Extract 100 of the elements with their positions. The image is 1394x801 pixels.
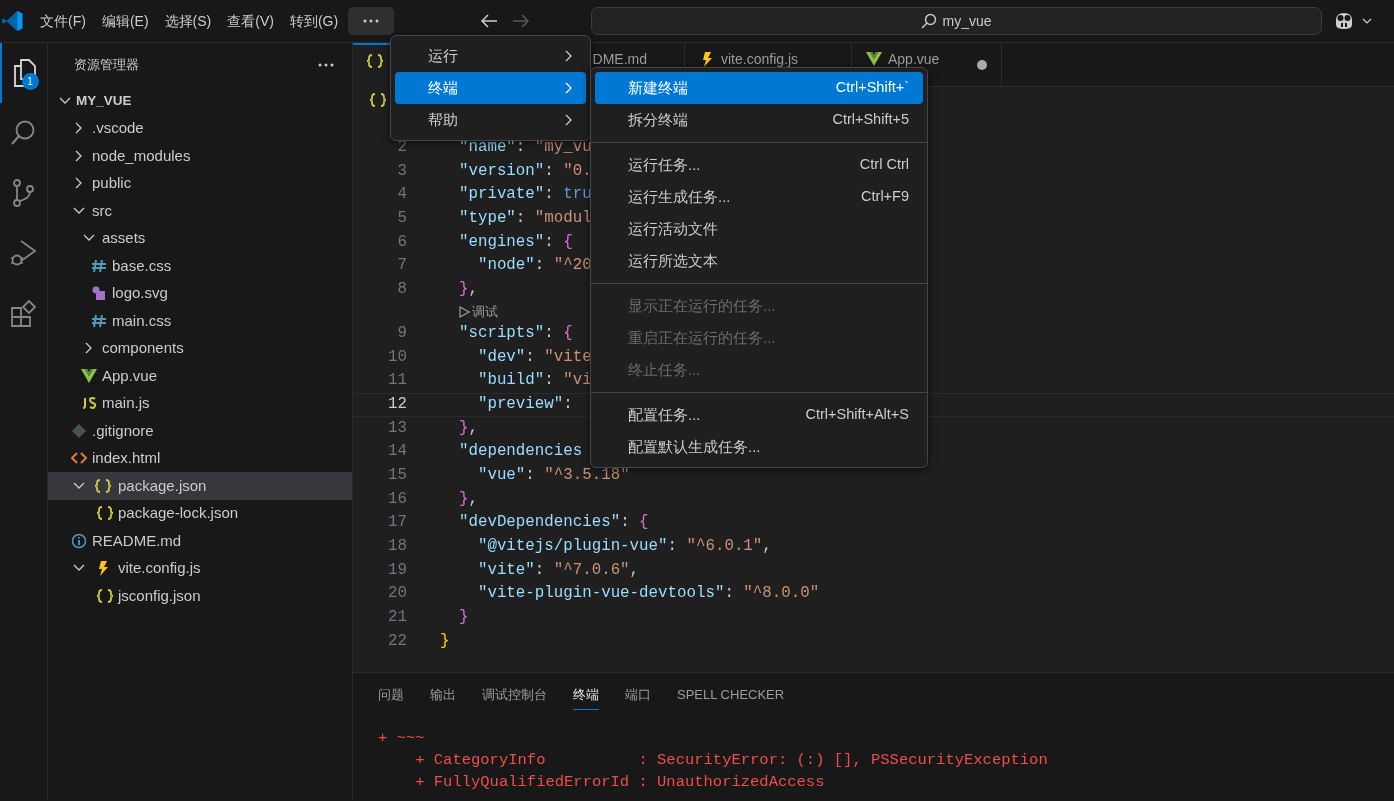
code-line: "dependencies <box>457 441 583 463</box>
json-icon <box>97 587 113 604</box>
info-icon <box>71 532 87 549</box>
menu-item[interactable]: 帮助 <box>395 104 586 136</box>
line-number: 9 <box>396 322 408 344</box>
code-line: }, <box>457 279 478 301</box>
shapes-icon <box>91 285 107 302</box>
menu-item[interactable]: 新建终端 Ctrl+Shift+` <box>595 72 923 104</box>
line-number: 11 <box>387 370 408 392</box>
menu-item[interactable]: 编辑(E) <box>93 7 157 35</box>
line-number: 15 <box>387 464 408 486</box>
file-item[interactable]: index.html <box>48 444 352 472</box>
line-number: 4 <box>396 184 408 206</box>
line-number: 13 <box>387 417 408 439</box>
code-line: }, <box>457 417 478 439</box>
panel-tab[interactable]: 端口 <box>625 681 651 710</box>
back-icon[interactable] <box>480 13 499 29</box>
more-button[interactable] <box>348 7 395 35</box>
file-item[interactable]: logo.svg <box>48 279 352 307</box>
run-debug-icon <box>8 238 39 268</box>
menu-item[interactable]: 选择(S) <box>156 7 220 35</box>
hash-icon <box>91 312 107 329</box>
line-number: 19 <box>387 559 408 581</box>
folder-item[interactable]: public <box>48 169 352 197</box>
folder-item[interactable]: components <box>48 334 352 362</box>
line-number: 3 <box>396 160 408 182</box>
json-icon <box>95 477 111 494</box>
code-line: } <box>457 607 469 629</box>
panel-tab[interactable]: 问题 <box>378 681 404 710</box>
panel-tab[interactable]: 终端 <box>573 681 599 710</box>
code-line: "vite": "^7.0.6", <box>476 559 640 581</box>
more-icon <box>363 19 380 23</box>
menu-item[interactable]: 运行活动文件 <box>595 213 923 245</box>
json-icon <box>367 53 383 69</box>
file-item[interactable]: package-lock.json <box>48 499 352 527</box>
code-line: "type": "modul <box>457 208 592 230</box>
tree-root[interactable]: MY_VUE <box>48 87 352 115</box>
folder-item[interactable]: node_modules <box>48 142 352 170</box>
line-number: 20 <box>387 583 408 605</box>
code-line: "@vitejs/plugin-vue": "^6.0.1", <box>476 536 772 557</box>
chevron-down-icon[interactable] <box>1362 17 1372 25</box>
code-line: "version": "0. <box>457 160 592 182</box>
file-item[interactable]: vite.config.js <box>48 554 352 582</box>
file-item[interactable]: .gitignore <box>48 417 352 445</box>
search-icon <box>921 13 938 29</box>
json-icon <box>97 505 113 522</box>
file-item[interactable]: jsconfig.json <box>48 582 352 610</box>
copilot-icon[interactable] <box>1333 11 1355 31</box>
notification-badge: 1 <box>21 73 39 90</box>
line-number: 10 <box>387 346 408 368</box>
code-line: "node": "^20 <box>476 255 592 277</box>
line-number: 17 <box>387 512 408 534</box>
extensions-icon <box>8 298 39 328</box>
codelens-link[interactable]: 调试 <box>472 302 498 322</box>
file-item[interactable]: main.js <box>48 389 352 417</box>
line-number: 18 <box>387 536 408 557</box>
file-item[interactable]: README.md <box>48 527 352 555</box>
code-line: "private": tru <box>457 184 592 206</box>
modified-dot-icon <box>977 60 987 70</box>
hash-icon <box>91 257 107 274</box>
search-field[interactable]: my_vue <box>591 7 1322 35</box>
line-number: 6 <box>396 231 408 253</box>
menu-item[interactable]: 配置任务... Ctrl+Shift+Alt+S <box>595 399 923 431</box>
search-text: my_vue <box>942 11 992 31</box>
line-number: 8 <box>396 279 408 301</box>
menu-item[interactable]: 转到(G) <box>281 7 347 35</box>
menu-item[interactable]: 终端 <box>395 72 586 104</box>
terminal-line: + CategoryInfo : SecurityError: (:) [], PSSecurityException <box>414 749 1049 771</box>
folder-item[interactable]: assets <box>48 224 352 252</box>
menu-item[interactable]: 运行任务... Ctrl Ctrl <box>595 149 923 181</box>
menu-item[interactable]: 运行 <box>395 40 586 72</box>
menu-item[interactable]: 配置默认生成任务... <box>595 431 923 463</box>
forward-icon[interactable] <box>512 13 531 29</box>
menu-item[interactable]: 查看(V) <box>219 7 282 35</box>
menu-item[interactable]: 拆分终端 Ctrl+Shift+5 <box>595 104 923 136</box>
file-item[interactable]: package.json <box>48 472 352 500</box>
line-number: 21 <box>387 607 408 629</box>
code-line: "preview": <box>476 393 573 415</box>
js-icon <box>81 395 97 412</box>
explorer-tab[interactable]: 1 <box>0 43 48 103</box>
menu-item[interactable]: 运行生成任务... Ctrl+F9 <box>595 181 923 213</box>
file-item[interactable]: base.css <box>48 252 352 280</box>
run-icon[interactable] <box>459 305 470 318</box>
vue-icon <box>81 367 97 384</box>
file-item[interactable]: main.css <box>48 307 352 335</box>
more-icon[interactable] <box>318 63 334 67</box>
folder-item[interactable]: .vscode <box>48 114 352 142</box>
panel-tab[interactable]: 调试控制台 <box>482 681 547 710</box>
shortcut-text: Ctrl Ctrl <box>859 155 909 175</box>
terminal-line: + FullyQualifiedErrorId : UnauthorizedAccess <box>414 771 826 793</box>
panel-tab[interactable]: SPELL CHECKER <box>677 681 785 710</box>
file-item[interactable]: App.vue <box>48 362 352 390</box>
terminal-line: + ~~~ <box>378 727 426 749</box>
line-number: 22 <box>387 630 408 652</box>
menu-item[interactable]: 运行所选文本 <box>595 245 923 277</box>
panel-tab[interactable]: 输出 <box>430 681 456 710</box>
menu-item[interactable]: 文件(F) <box>32 7 94 35</box>
folder-item[interactable]: src <box>48 197 352 225</box>
shortcut-text: Ctrl+Shift+Alt+S <box>805 405 909 425</box>
code-line: } <box>440 630 450 652</box>
